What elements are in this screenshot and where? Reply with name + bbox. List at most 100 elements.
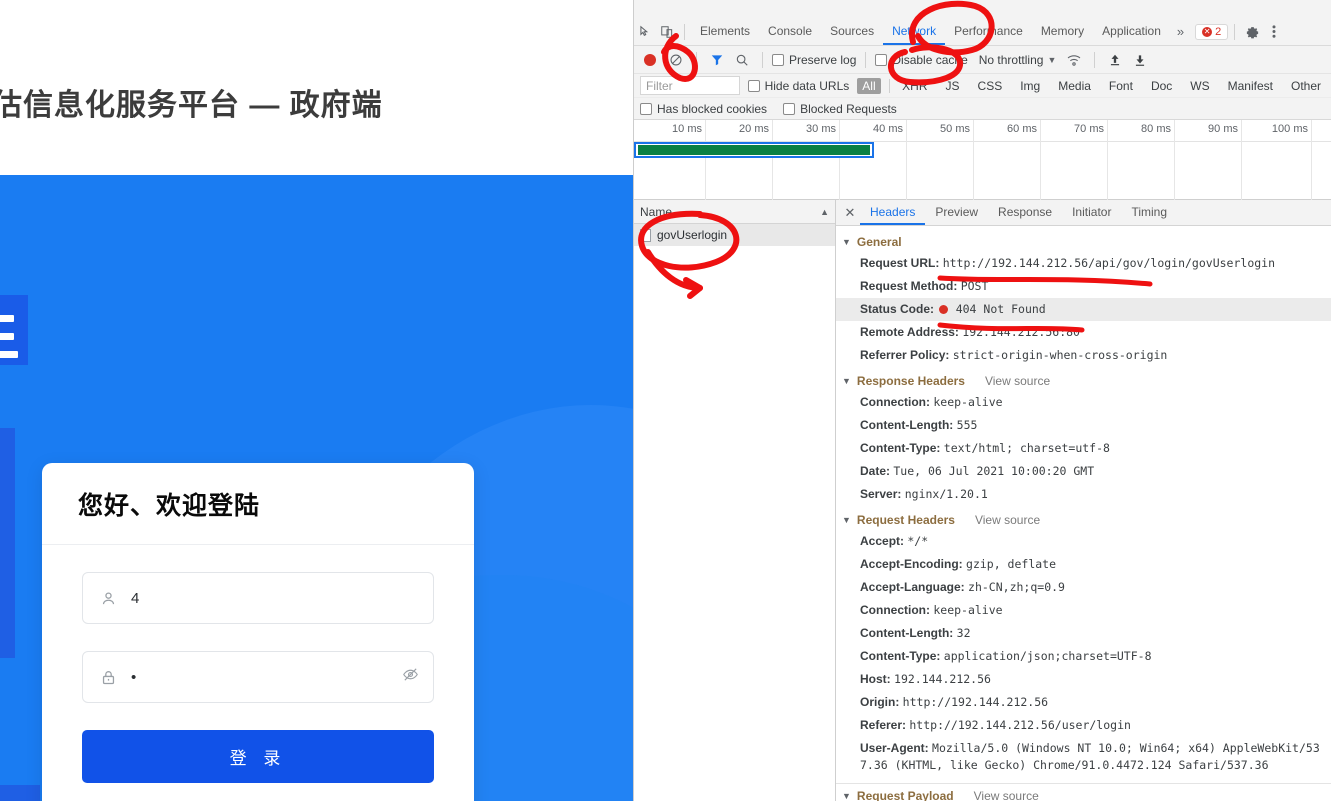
inspect-element-icon[interactable] (634, 21, 656, 43)
throttling-select[interactable]: No throttling ▼ (979, 53, 1057, 67)
hide-data-urls-checkbox[interactable]: Hide data URLs (747, 78, 850, 93)
header-row: Accept-Encoding: gzip, deflate (836, 553, 1331, 576)
gear-icon[interactable] (1241, 21, 1263, 43)
has-blocked-cookies-checkbox[interactable]: Has blocked cookies (640, 102, 767, 116)
header-key: Content-Length: (860, 626, 954, 640)
blocked-requests-checkbox[interactable]: Blocked Requests (783, 102, 897, 116)
header-key: Accept-Language: (860, 580, 965, 594)
upload-arrow-icon[interactable] (1104, 49, 1126, 71)
search-icon[interactable] (731, 49, 753, 71)
checkbox (875, 53, 888, 66)
network-conditions-icon[interactable] (1063, 49, 1085, 71)
header-row: Content-Type: application/json;charset=U… (836, 645, 1331, 668)
header-value: gzip, deflate (966, 557, 1057, 571)
chevron-double-right-icon[interactable]: » (1170, 24, 1191, 39)
filter-type-css[interactable]: CSS (973, 79, 1008, 93)
header-row: Server: nginx/1.20.1 (836, 483, 1331, 506)
login-card: 您好、欢迎登陆 4 • 登 录 (42, 463, 474, 801)
header-key: User-Agent: (860, 741, 929, 755)
password-input[interactable]: • (82, 651, 434, 703)
divider (696, 51, 697, 68)
device-toolbar-icon[interactable] (656, 21, 678, 43)
header-value: nginx/1.20.1 (904, 487, 988, 501)
section-request-headers[interactable]: ▼ Request Headers View source (836, 510, 1331, 530)
tab-headers[interactable]: Headers (860, 200, 926, 225)
hide-data-urls-label: Hide data URLs (764, 78, 850, 93)
page-title: 估信息化服务平台 — 政府端 (0, 89, 383, 122)
section-response-headers[interactable]: ▼ Response Headers View source (836, 371, 1331, 391)
tab-preview[interactable]: Preview (925, 200, 988, 225)
sort-ascending-icon: ▲ (820, 206, 829, 217)
header-value: http://192.144.212.56/user/login (909, 718, 1131, 732)
header-value: http://192.144.212.56 (902, 695, 1049, 709)
timeline-tick: 40 ms (840, 120, 907, 200)
close-icon[interactable]: ✕ (840, 205, 860, 221)
filter-type-img[interactable]: Img (1015, 79, 1045, 93)
filter-type-all[interactable]: All (857, 77, 881, 94)
filter-type-manifest[interactable]: Manifest (1223, 79, 1278, 93)
triangle-down-icon: ▼ (842, 791, 851, 801)
decorative-line-3 (0, 351, 18, 358)
header-row: Content-Length: 32 (836, 622, 1331, 645)
tab-initiator[interactable]: Initiator (1062, 200, 1121, 225)
disable-cache-checkbox[interactable]: Disable cache (875, 53, 968, 67)
request-list-header[interactable]: Name ▲ (634, 200, 835, 224)
lock-icon (97, 669, 119, 686)
error-count: 2 (1215, 25, 1222, 38)
filter-input[interactable]: Filter (640, 76, 740, 95)
download-arrow-icon[interactable] (1129, 49, 1151, 71)
header-row: Referrer Policy: strict-origin-when-cros… (836, 344, 1331, 367)
view-source-link[interactable]: View source (974, 789, 1039, 801)
login-button[interactable]: 登 录 (82, 730, 434, 783)
filter-type-js[interactable]: JS (941, 79, 965, 93)
clear-no-entry-icon[interactable] (665, 49, 687, 71)
funnel-icon[interactable] (706, 49, 728, 71)
tab-memory[interactable]: Memory (1032, 18, 1093, 45)
kebab-menu-icon[interactable] (1263, 21, 1285, 43)
divider (1094, 51, 1096, 68)
header-key: Remote Address: (860, 325, 959, 339)
eye-off-icon[interactable] (402, 666, 419, 688)
preserve-log-label: Preserve log (789, 52, 857, 67)
tab-sources[interactable]: Sources (821, 18, 883, 45)
timeline-request-bar (638, 145, 870, 155)
header-value: text/html; charset=utf-8 (943, 441, 1110, 455)
tab-performance[interactable]: Performance (945, 18, 1032, 45)
section-request-payload[interactable]: ▼ Request Payload View source (836, 786, 1331, 801)
network-overview-timeline[interactable]: 10 ms 20 ms 30 ms 40 ms 50 ms 60 ms 70 m… (634, 120, 1331, 200)
header-value: */* (907, 534, 929, 548)
filter-type-doc[interactable]: Doc (1146, 79, 1177, 93)
header-key: Accept: (860, 534, 905, 548)
filter-type-font[interactable]: Font (1104, 79, 1138, 93)
filter-type-xhr[interactable]: XHR (897, 79, 932, 93)
filter-type-other[interactable]: Other (1286, 79, 1326, 93)
header-key: Host: (860, 672, 891, 686)
section-general[interactable]: ▼ General (836, 232, 1331, 252)
filter-type-media[interactable]: Media (1053, 79, 1096, 93)
header-key: Origin: (860, 695, 900, 709)
network-filter-bar-2: Has blocked cookies Blocked Requests (634, 98, 1331, 120)
tab-timing[interactable]: Timing (1121, 200, 1177, 225)
preserve-log-checkbox[interactable]: Preserve log (772, 53, 856, 67)
chevron-down-icon: ▼ (1047, 54, 1057, 65)
header-row: Request Method: POST (836, 275, 1331, 298)
error-count-badge[interactable]: ✕ 2 (1195, 23, 1229, 40)
detail-tab-strip: ✕ Headers Preview Response Initiator Tim… (836, 200, 1331, 226)
view-source-link[interactable]: View source (985, 374, 1050, 388)
login-card-header: 您好、欢迎登陆 (42, 463, 474, 545)
table-row[interactable]: govUserlogin (634, 224, 835, 246)
header-row: Connection: keep-alive (836, 391, 1331, 414)
header-key: Content-Type: (860, 649, 941, 663)
timeline-tick: 90 ms (1175, 120, 1242, 200)
tab-network[interactable]: Network (883, 18, 946, 45)
decorative-line-1 (0, 315, 14, 322)
tab-elements[interactable]: Elements (691, 18, 759, 45)
record-stop-icon[interactable] (644, 53, 656, 66)
filter-type-ws[interactable]: WS (1185, 79, 1214, 93)
view-source-link[interactable]: View source (975, 513, 1040, 527)
tab-console[interactable]: Console (759, 18, 821, 45)
tab-response[interactable]: Response (988, 200, 1062, 225)
header-key: Referer: (860, 718, 907, 732)
username-input[interactable]: 4 (82, 572, 434, 624)
tab-application[interactable]: Application (1093, 18, 1170, 45)
